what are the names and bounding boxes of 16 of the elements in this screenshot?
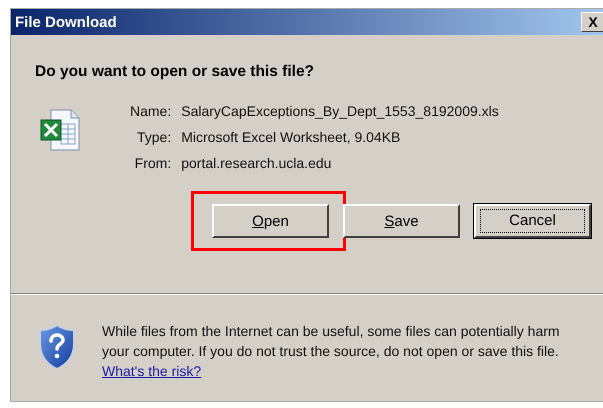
warning-text: While files from the Internet can be useful, some files can potentially harm your computer. If you do not trust the source, do not open or save this file. What's the risk? [102, 322, 561, 381]
close-button[interactable]: X [581, 12, 603, 32]
dialog-button[interactable]: Open [212, 204, 329, 238]
window-title: File Download [15, 14, 117, 30]
dialog-heading: Do you want to open or save this file? [35, 63, 316, 81]
field-label: From: [134, 155, 172, 171]
field-value: portal.research.ucla.edu [181, 155, 332, 171]
field-value: SalaryCapExceptions_By_Dept_1553_8192009.xls [181, 103, 499, 119]
dialog-button[interactable]: Save [343, 204, 460, 238]
dialog-button[interactable]: Cancel [474, 204, 591, 238]
field-label: Name: [130, 103, 172, 119]
risk-link[interactable]: What's the risk? [102, 363, 202, 379]
field-value: Microsoft Excel Worksheet, 9.04KB [181, 129, 402, 145]
field-label: Type: [136, 129, 172, 145]
shield-question-icon [37, 323, 77, 371]
spreadsheet-file-icon [39, 108, 81, 152]
